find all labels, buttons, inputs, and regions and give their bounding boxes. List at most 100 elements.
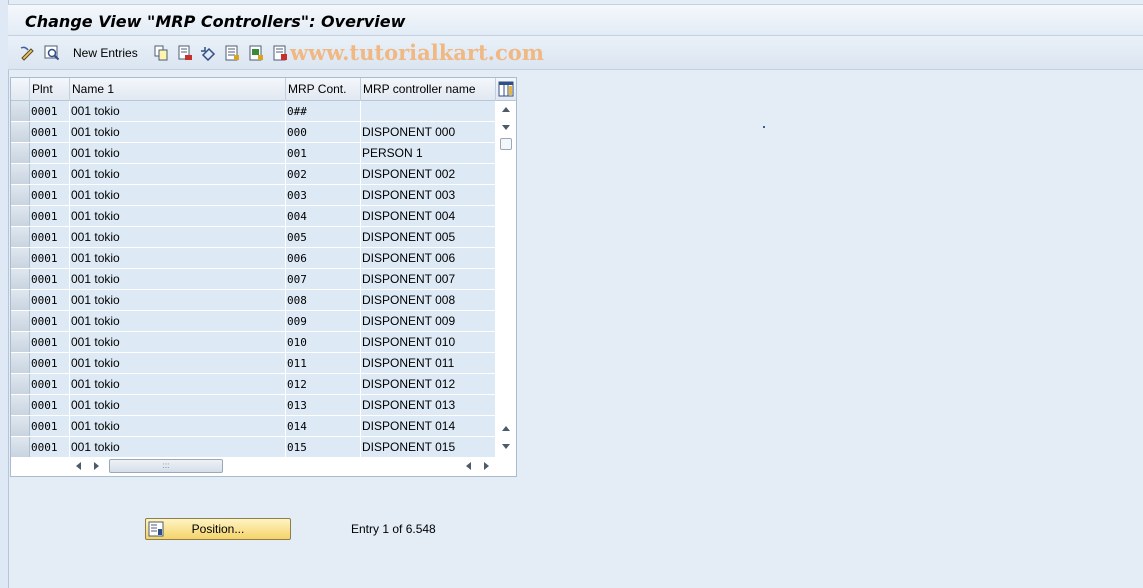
column-header-name1[interactable]: Name 1 — [70, 78, 286, 101]
cell-name1: 001 tokio — [70, 143, 286, 163]
table-row[interactable]: 0001 001 tokio 0## — [11, 101, 496, 122]
row-selector[interactable] — [11, 143, 30, 163]
scroll-right-end-icon[interactable] — [484, 462, 489, 470]
row-selector[interactable] — [11, 101, 30, 121]
table-header: Plnt Name 1 MRP Cont. MRP controller nam… — [11, 78, 516, 101]
cell-plnt: 0001 — [30, 416, 70, 436]
table-row[interactable]: 0001 001 tokio 001 PERSON 1 — [11, 143, 496, 164]
table-row[interactable]: 0001 001 tokio 004 DISPONENT 004 — [11, 206, 496, 227]
row-selector[interactable] — [11, 227, 30, 247]
cell-controller-name: DISPONENT 011 — [361, 353, 496, 373]
row-selector[interactable] — [11, 395, 30, 415]
table-row[interactable]: 0001 001 tokio 000 DISPONENT 000 — [11, 122, 496, 143]
find-icon[interactable] — [44, 45, 60, 61]
scroll-left-end-icon[interactable] — [466, 462, 471, 470]
cell-plnt: 0001 — [30, 374, 70, 394]
row-selector[interactable] — [11, 290, 30, 310]
cell-controller-name: DISPONENT 007 — [361, 269, 496, 289]
horizontal-scroll-thumb[interactable]: ::: — [109, 459, 223, 473]
row-selector[interactable] — [11, 311, 30, 331]
cell-controller-name: DISPONENT 002 — [361, 164, 496, 184]
row-selector[interactable] — [11, 269, 30, 289]
row-selector[interactable] — [11, 122, 30, 142]
table-body: 0001 001 tokio 0## 0001 001 tokio 000 DISPONEN… — [11, 101, 496, 458]
table-row[interactable]: 0001 001 tokio 011 DISPONENT 011 — [11, 353, 496, 374]
cell-controller-name: DISPONENT 005 — [361, 227, 496, 247]
cell-controller-name: DISPONENT 014 — [361, 416, 496, 436]
cell-mrp-cont: 004 — [286, 206, 361, 226]
row-selector[interactable] — [11, 248, 30, 268]
column-header-controller-name[interactable]: MRP controller name — [361, 78, 496, 101]
cell-plnt: 0001 — [30, 311, 70, 331]
column-header-mrp-cont[interactable]: MRP Cont. — [286, 78, 361, 101]
cell-controller-name: PERSON 1 — [361, 143, 496, 163]
page-up-icon[interactable] — [502, 426, 510, 431]
cell-name1: 001 tokio — [70, 248, 286, 268]
row-selector[interactable] — [11, 332, 30, 352]
application-toolbar: New Entries www.tutorialkart.com — [8, 36, 1143, 70]
scroll-right-icon[interactable] — [94, 462, 99, 470]
select-all-icon[interactable] — [224, 45, 240, 61]
row-selector[interactable] — [11, 185, 30, 205]
table-row[interactable]: 0001 001 tokio 015 DISPONENT 015 — [11, 437, 496, 458]
column-header-plnt[interactable]: Plnt — [30, 78, 70, 101]
table-row[interactable]: 0001 001 tokio 002 DISPONENT 002 — [11, 164, 496, 185]
cell-mrp-cont: 0## — [286, 101, 361, 121]
cell-name1: 001 tokio — [70, 290, 286, 310]
cell-name1: 001 tokio — [70, 332, 286, 352]
column-settings-icon[interactable] — [498, 81, 514, 97]
row-selector[interactable] — [11, 206, 30, 226]
row-selector[interactable] — [11, 416, 30, 436]
table-row[interactable]: 0001 001 tokio 009 DISPONENT 009 — [11, 311, 496, 332]
new-entries-button[interactable]: New Entries — [73, 46, 138, 60]
cell-controller-name: DISPONENT 009 — [361, 311, 496, 331]
table-row[interactable]: 0001 001 tokio 003 DISPONENT 003 — [11, 185, 496, 206]
cell-mrp-cont: 007 — [286, 269, 361, 289]
row-selector[interactable] — [11, 374, 30, 394]
scroll-left-icon[interactable] — [76, 462, 81, 470]
page-down-icon[interactable] — [502, 444, 510, 449]
copy-icon[interactable] — [153, 45, 169, 61]
position-button[interactable]: Position... — [145, 518, 291, 540]
cell-mrp-cont: 013 — [286, 395, 361, 415]
undo-icon[interactable] — [200, 45, 216, 61]
delete-icon[interactable] — [177, 45, 193, 61]
table-row[interactable]: 0001 001 tokio 012 DISPONENT 012 — [11, 374, 496, 395]
cell-name1: 001 tokio — [70, 269, 286, 289]
cell-name1: 001 tokio — [70, 206, 286, 226]
cell-mrp-cont: 005 — [286, 227, 361, 247]
cell-name1: 001 tokio — [70, 164, 286, 184]
scroll-up-icon[interactable] — [502, 107, 510, 112]
cell-mrp-cont: 011 — [286, 353, 361, 373]
page-title: Change View "MRP Controllers": Overview — [25, 12, 406, 31]
cell-controller-name: DISPONENT 015 — [361, 437, 496, 457]
table-row[interactable]: 0001 001 tokio 010 DISPONENT 010 — [11, 332, 496, 353]
deselect-all-icon[interactable] — [272, 45, 288, 61]
horizontal-scrollbar[interactable]: ::: — [11, 457, 516, 476]
cell-mrp-cont: 008 — [286, 290, 361, 310]
row-selector[interactable] — [11, 353, 30, 373]
table-row[interactable]: 0001 001 tokio 005 DISPONENT 005 — [11, 227, 496, 248]
select-all-rows-cell[interactable] — [11, 78, 30, 101]
cell-name1: 001 tokio — [70, 185, 286, 205]
cell-name1: 001 tokio — [70, 374, 286, 394]
row-selector[interactable] — [11, 164, 30, 184]
cell-controller-name — [361, 101, 496, 121]
table-row[interactable]: 0001 001 tokio 008 DISPONENT 008 — [11, 290, 496, 311]
cell-mrp-cont: 009 — [286, 311, 361, 331]
table-row[interactable]: 0001 001 tokio 014 DISPONENT 014 — [11, 416, 496, 437]
vertical-scroll-thumb[interactable] — [500, 138, 512, 150]
row-selector[interactable] — [11, 437, 30, 457]
cell-mrp-cont: 003 — [286, 185, 361, 205]
display-change-icon[interactable] — [20, 45, 36, 61]
vertical-scrollbar[interactable] — [496, 101, 516, 457]
table-row[interactable]: 0001 001 tokio 013 DISPONENT 013 — [11, 395, 496, 416]
stray-dot — [763, 126, 765, 128]
select-block-icon[interactable] — [248, 45, 264, 61]
table-row[interactable]: 0001 001 tokio 007 DISPONENT 007 — [11, 269, 496, 290]
scroll-down-icon[interactable] — [502, 125, 510, 130]
table-row[interactable]: 0001 001 tokio 006 DISPONENT 006 — [11, 248, 496, 269]
entry-counter: Entry 1 of 6.548 — [351, 522, 436, 536]
cell-name1: 001 tokio — [70, 416, 286, 436]
cell-plnt: 0001 — [30, 122, 70, 142]
